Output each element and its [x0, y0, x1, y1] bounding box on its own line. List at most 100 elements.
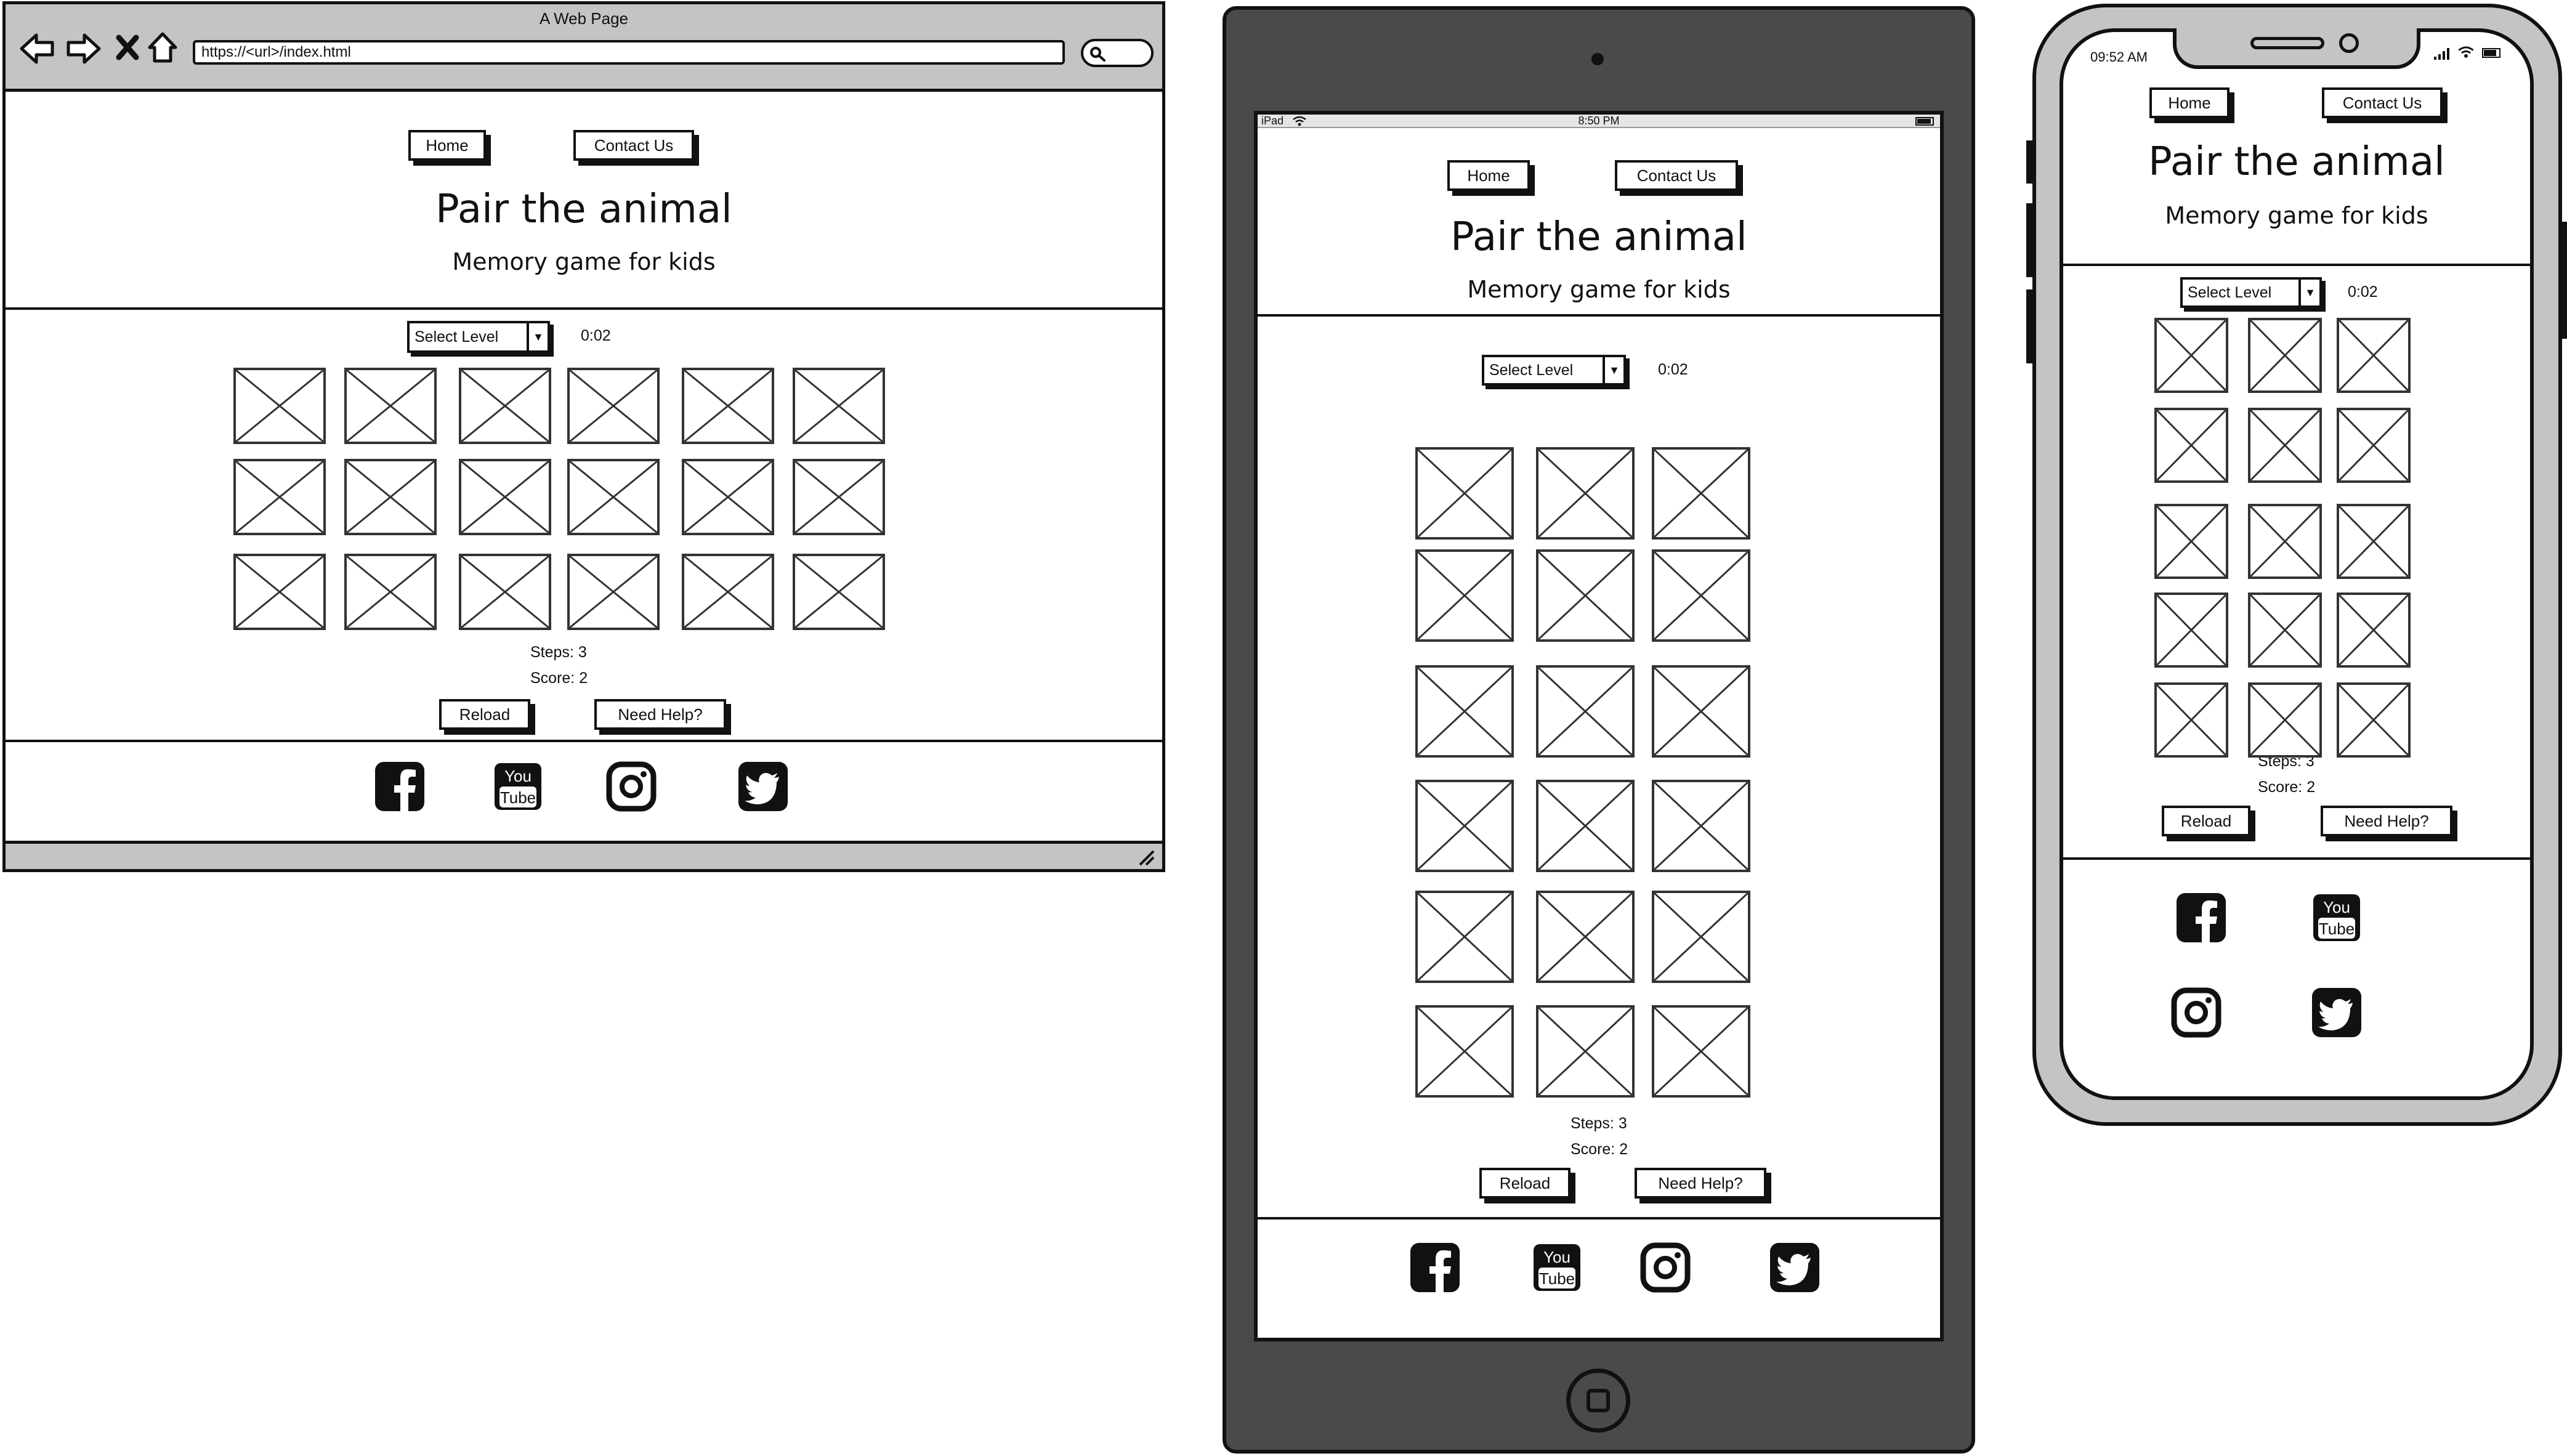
memory-card[interactable]	[344, 368, 437, 444]
nav-contact-button[interactable]: Contact Us	[2322, 87, 2443, 118]
home-icon[interactable]	[146, 30, 179, 65]
memory-card[interactable]	[1652, 1005, 1750, 1098]
score-counter: Score: 2	[530, 669, 588, 687]
instagram-icon[interactable]	[605, 761, 657, 812]
browser-window: A Web Page https://<url>/index.html Home…	[2, 1, 1165, 872]
footer-divider	[6, 740, 1162, 742]
memory-card[interactable]	[2248, 682, 2322, 758]
search-field[interactable]	[1081, 39, 1154, 67]
memory-card[interactable]	[1536, 780, 1635, 872]
memory-card[interactable]	[2154, 318, 2228, 393]
forward-icon[interactable]	[65, 31, 102, 66]
memory-card[interactable]	[1652, 891, 1750, 983]
twitter-icon[interactable]	[2311, 987, 2363, 1038]
memory-card[interactable]	[1415, 447, 1514, 540]
level-select[interactable]: Select Level ▼	[2180, 277, 2322, 308]
memory-card[interactable]	[459, 554, 551, 630]
page-subtitle: Memory game for kids	[1467, 276, 1731, 303]
memory-card[interactable]	[2154, 408, 2228, 483]
youtube-icon[interactable]: You Tube	[2311, 892, 2363, 944]
memory-card[interactable]	[793, 459, 885, 535]
memory-card[interactable]	[459, 368, 551, 444]
facebook-icon[interactable]	[1409, 1242, 1461, 1293]
memory-card[interactable]	[567, 554, 660, 630]
memory-card[interactable]	[344, 459, 437, 535]
facebook-icon[interactable]	[2175, 892, 2227, 944]
memory-card[interactable]	[1415, 1005, 1514, 1098]
memory-card[interactable]	[2154, 682, 2228, 758]
close-icon[interactable]	[115, 34, 140, 61]
memory-card[interactable]	[233, 368, 326, 444]
memory-card[interactable]	[567, 368, 660, 444]
memory-card[interactable]	[2248, 408, 2322, 483]
facebook-icon[interactable]	[374, 761, 426, 812]
header-divider	[6, 307, 1162, 310]
memory-card[interactable]	[682, 459, 774, 535]
memory-card[interactable]	[1536, 891, 1635, 983]
memory-card[interactable]	[2337, 593, 2411, 668]
memory-card[interactable]	[793, 554, 885, 630]
memory-card[interactable]	[2337, 504, 2411, 579]
memory-card[interactable]	[1652, 447, 1750, 540]
memory-card[interactable]	[2154, 593, 2228, 668]
memory-card[interactable]	[1652, 780, 1750, 872]
chevron-down-icon: ▼	[2298, 280, 2319, 305]
youtube-icon[interactable]: You Tube	[1531, 1242, 1583, 1293]
memory-card[interactable]	[2248, 318, 2322, 393]
memory-card[interactable]	[2154, 504, 2228, 579]
memory-card[interactable]	[1415, 665, 1514, 758]
memory-card[interactable]	[2248, 504, 2322, 579]
memory-card[interactable]	[2337, 318, 2411, 393]
reload-button[interactable]: Reload	[2162, 806, 2250, 836]
memory-card[interactable]	[1536, 447, 1635, 540]
nav-home-button[interactable]: Home	[1447, 160, 1530, 191]
nav-contact-button[interactable]: Contact Us	[573, 130, 694, 161]
reload-button[interactable]: Reload	[439, 699, 530, 730]
reload-button[interactable]: Reload	[1479, 1168, 1571, 1199]
help-button[interactable]: Need Help?	[2321, 806, 2452, 836]
page-title: Pair the animal	[2148, 139, 2445, 185]
memory-card[interactable]	[233, 459, 326, 535]
level-select[interactable]: Select Level ▼	[407, 321, 550, 353]
phone-screen: 09:52 AM Home Contact Us Pair the animal…	[2060, 28, 2534, 1100]
help-button[interactable]: Need Help?	[1635, 1168, 1766, 1199]
phone-volume-down	[2026, 289, 2032, 363]
memory-card[interactable]	[2337, 408, 2411, 483]
memory-card[interactable]	[1652, 549, 1750, 642]
level-select[interactable]: Select Level ▼	[1482, 355, 1626, 386]
home-button[interactable]	[1566, 1369, 1630, 1433]
timer: 0:02	[2348, 283, 2378, 301]
memory-card[interactable]	[793, 368, 885, 444]
memory-card[interactable]	[567, 459, 660, 535]
memory-card[interactable]	[2248, 593, 2322, 668]
back-icon[interactable]	[19, 31, 56, 66]
youtube-label-top: You	[1543, 1248, 1571, 1266]
memory-card[interactable]	[344, 554, 437, 630]
memory-card[interactable]	[2337, 682, 2411, 758]
twitter-icon[interactable]	[737, 761, 789, 812]
nav-home-button[interactable]: Home	[2149, 87, 2229, 118]
resize-grip-icon[interactable]	[1138, 849, 1156, 866]
memory-card[interactable]	[1536, 1005, 1635, 1098]
chevron-down-icon: ▼	[1603, 357, 1623, 383]
level-select-label: Select Level	[414, 328, 499, 346]
memory-card[interactable]	[1652, 665, 1750, 758]
memory-card[interactable]	[233, 554, 326, 630]
instagram-icon[interactable]	[1639, 1242, 1691, 1293]
memory-card[interactable]	[1536, 549, 1635, 642]
memory-card[interactable]	[682, 368, 774, 444]
twitter-icon[interactable]	[1769, 1242, 1821, 1293]
memory-card[interactable]	[1415, 549, 1514, 642]
help-button[interactable]: Need Help?	[594, 699, 726, 730]
memory-card[interactable]	[459, 459, 551, 535]
memory-card[interactable]	[1415, 780, 1514, 872]
memory-card[interactable]	[1536, 665, 1635, 758]
memory-card[interactable]	[682, 554, 774, 630]
address-bar[interactable]: https://<url>/index.html	[193, 40, 1065, 65]
nav-home-button[interactable]: Home	[408, 130, 486, 161]
instagram-icon[interactable]	[2170, 987, 2222, 1038]
youtube-icon[interactable]: You Tube	[492, 761, 544, 812]
memory-card[interactable]	[1415, 891, 1514, 983]
nav-contact-button[interactable]: Contact Us	[1615, 160, 1738, 191]
score-counter: Score: 2	[2258, 779, 2316, 796]
